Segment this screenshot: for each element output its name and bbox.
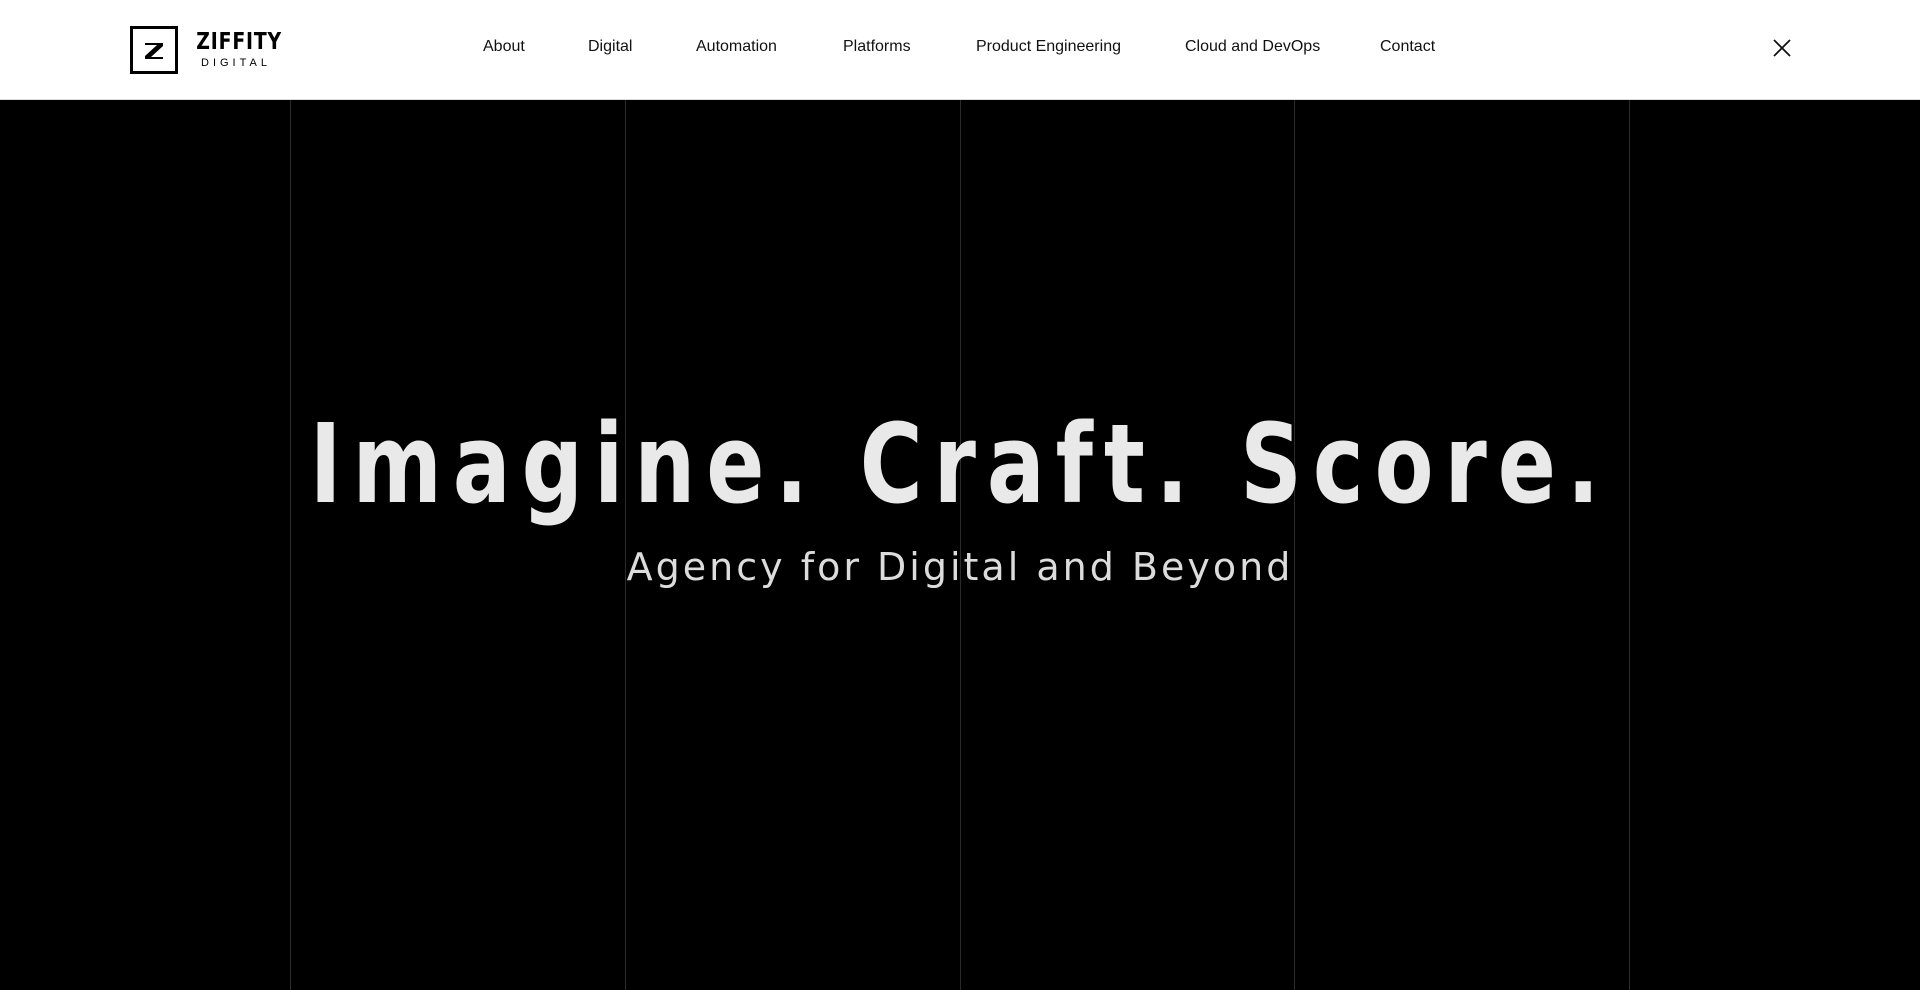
logo-tagline: DIGITAL bbox=[201, 57, 271, 69]
logo-mark bbox=[130, 26, 178, 74]
nav-item-about[interactable]: About bbox=[483, 38, 525, 56]
nav-item-product-engineering[interactable]: Product Engineering bbox=[976, 38, 1121, 56]
main-nav: About Digital Automation Platforms Produ… bbox=[0, 0, 1920, 100]
close-icon bbox=[1773, 39, 1791, 57]
nav-item-automation[interactable]: Automation bbox=[696, 38, 777, 56]
hero-subheadline: Agency for Digital and Beyond bbox=[626, 545, 1294, 589]
hero-section: Imagine. Craft. Score. Agency for Digita… bbox=[0, 100, 1920, 990]
site-header: ZIFFITY DIGITAL About Digital Automation… bbox=[0, 0, 1920, 100]
close-button[interactable] bbox=[1770, 36, 1794, 60]
hero-headline: Imagine. Craft. Score. bbox=[309, 400, 1611, 528]
z-logo-icon bbox=[145, 43, 163, 59]
ziffity-logo[interactable]: ZIFFITY DIGITAL bbox=[130, 26, 283, 74]
nav-item-contact[interactable]: Contact bbox=[1380, 38, 1435, 56]
logo-text: ZIFFITY DIGITAL bbox=[188, 29, 283, 69]
logo-wordmark: ZIFFITY bbox=[196, 29, 283, 55]
nav-item-digital[interactable]: Digital bbox=[588, 38, 632, 56]
nav-item-cloud-and-devops[interactable]: Cloud and DevOps bbox=[1185, 38, 1320, 56]
nav-item-platforms[interactable]: Platforms bbox=[843, 38, 911, 56]
